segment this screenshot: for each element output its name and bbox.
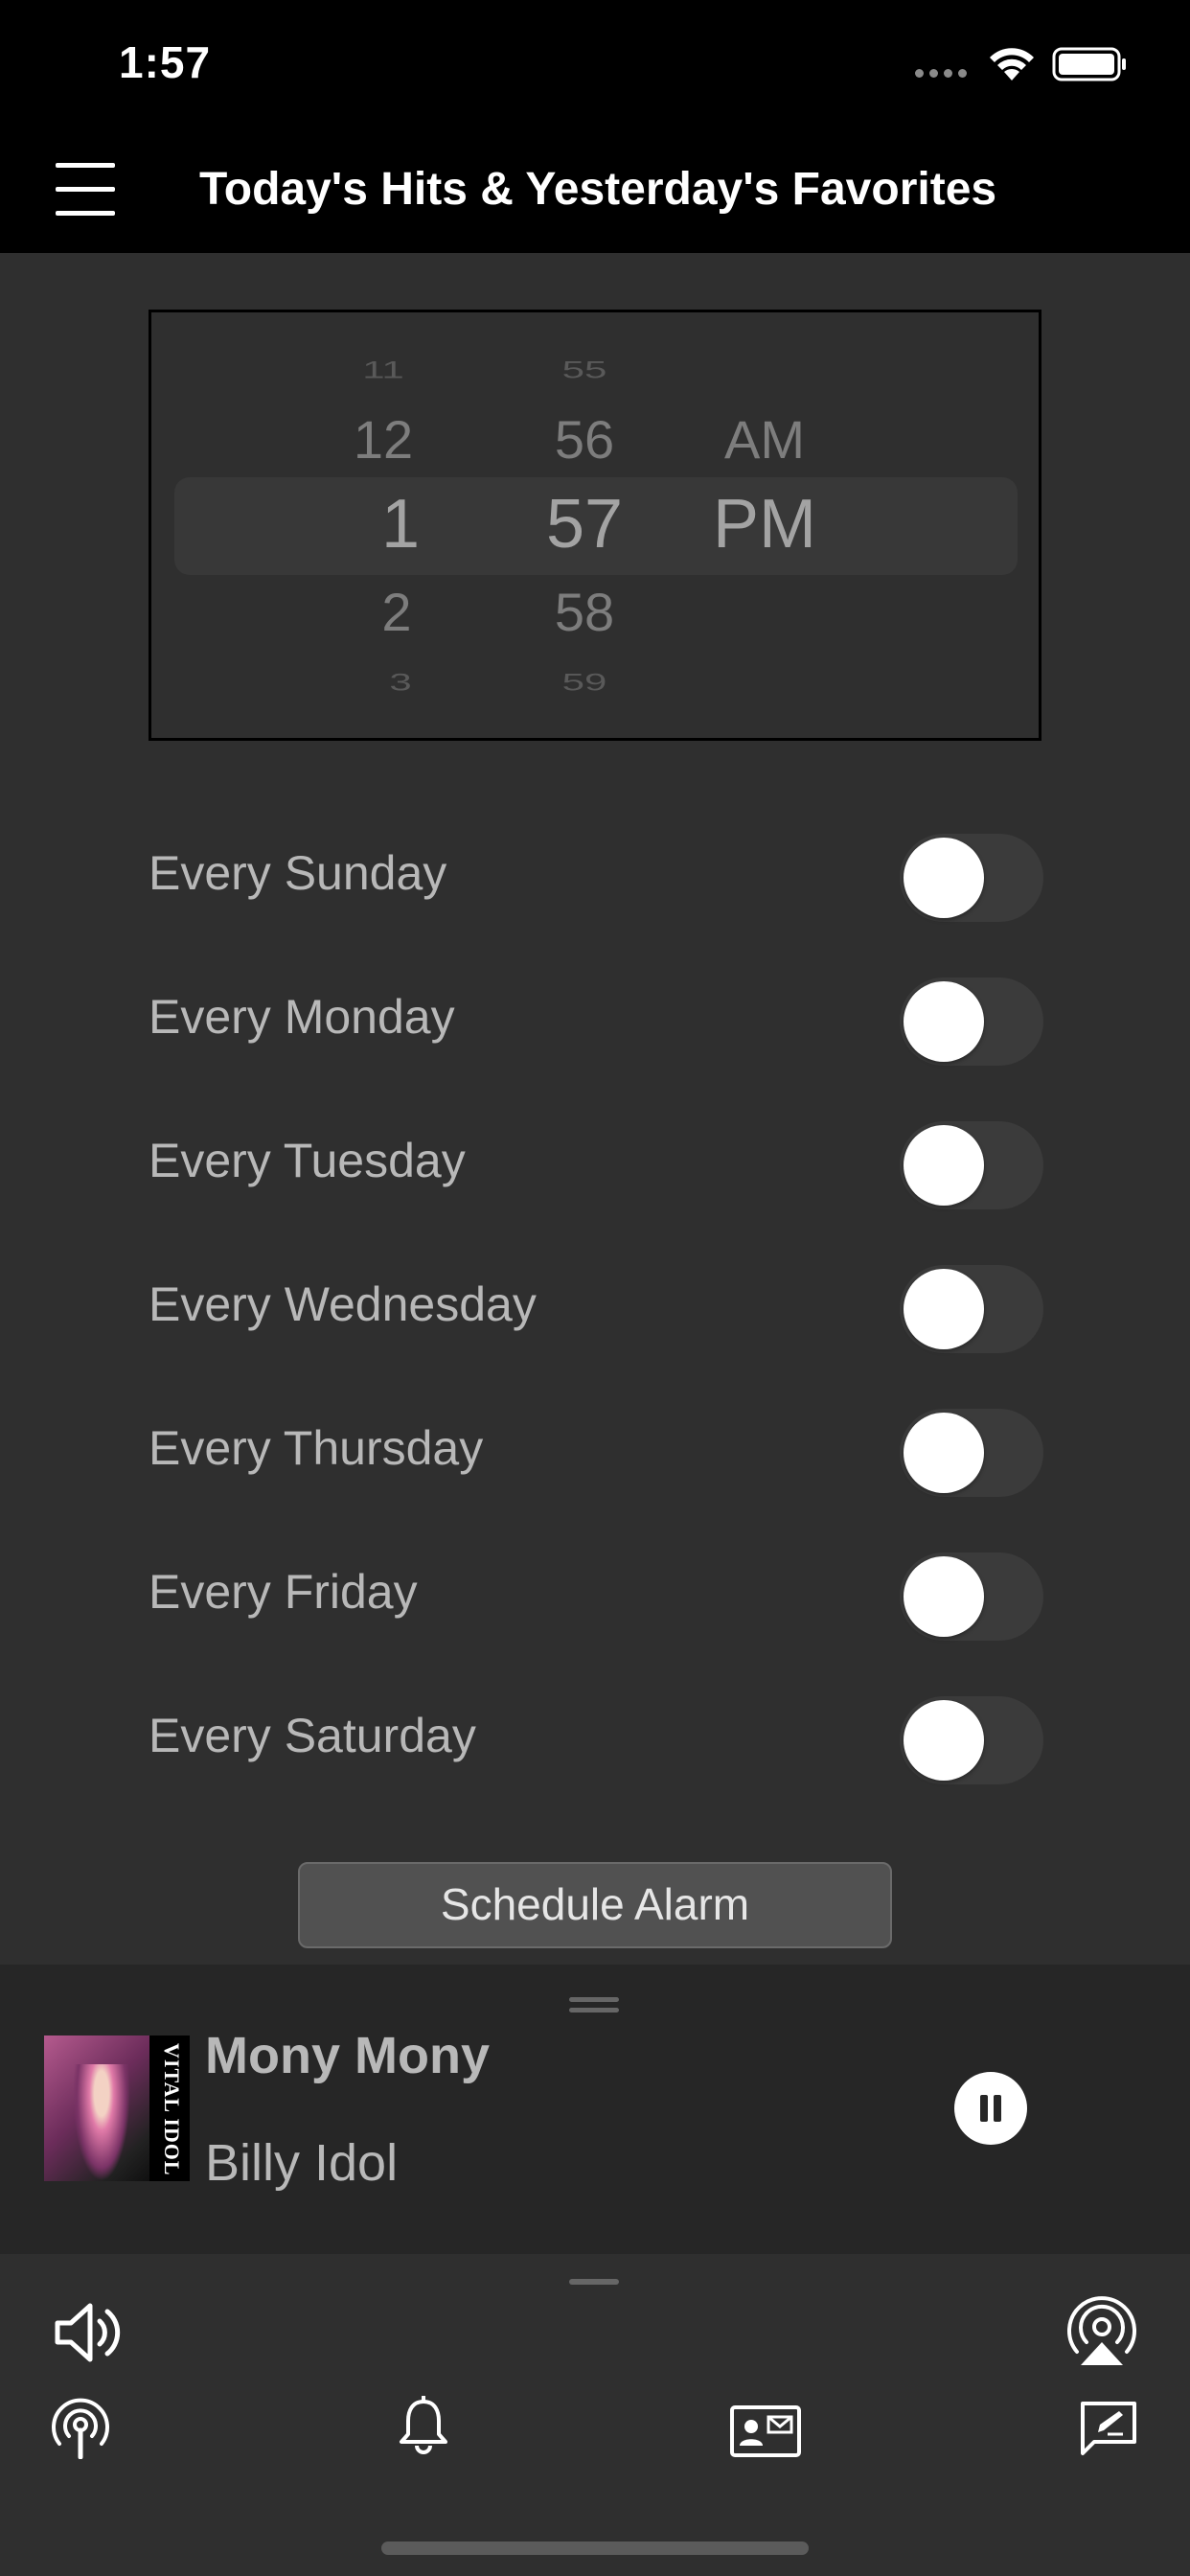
broadcast-icon[interactable]: [50, 2396, 111, 2459]
time-picker[interactable]: 11 12 1 2 3 55 56 57 58 59 AM PM: [149, 310, 1041, 741]
toggle-knob: [904, 1269, 984, 1349]
album-art-text: VITAL IDOL: [160, 2043, 184, 2176]
toggle-sunday[interactable]: [900, 834, 1043, 922]
hour-option-selected[interactable]: 1: [305, 485, 496, 564]
app-header: Today's Hits & Yesterday's Favorites: [0, 126, 1190, 253]
day-row-thursday: Every Thursday: [149, 1397, 1049, 1497]
toggle-saturday[interactable]: [900, 1696, 1043, 1784]
period-option-selected[interactable]: PM: [669, 485, 860, 564]
toggle-thursday[interactable]: [900, 1409, 1043, 1497]
contact-card-icon[interactable]: [730, 2405, 801, 2457]
hamburger-menu-icon[interactable]: [54, 157, 119, 222]
wifi-icon: [990, 48, 1034, 80]
day-row-friday: Every Friday: [149, 1541, 1049, 1641]
minute-option[interactable]: 56: [489, 408, 680, 471]
day-label: Every Saturday: [149, 1709, 476, 1762]
period-option[interactable]: AM: [669, 408, 860, 471]
day-row-saturday: Every Saturday: [149, 1685, 1049, 1784]
bell-icon[interactable]: [397, 2396, 450, 2455]
minute-option[interactable]: 55: [489, 356, 680, 384]
day-row-monday: Every Monday: [149, 966, 1049, 1066]
day-label: Every Wednesday: [149, 1277, 537, 1331]
hour-option[interactable]: 3: [305, 669, 496, 697]
home-indicator: [381, 2542, 809, 2555]
song-title: Mony Mony: [205, 2027, 490, 2084]
toggle-knob: [904, 838, 984, 918]
drag-handle[interactable]: [569, 2279, 619, 2285]
toggle-wednesday[interactable]: [900, 1265, 1043, 1353]
hour-option[interactable]: 12: [287, 408, 479, 471]
page-title: Today's Hits & Yesterday's Favorites: [199, 164, 997, 215]
day-label: Every Thursday: [149, 1421, 484, 1475]
album-art: VITAL IDOL: [44, 2036, 190, 2181]
now-playing-bar[interactable]: VITAL IDOL Mony Mony Billy Idol: [0, 1965, 1190, 2254]
day-label: Every Friday: [149, 1565, 418, 1619]
drag-handle[interactable]: [569, 1997, 619, 2014]
compose-icon[interactable]: [1079, 2398, 1138, 2457]
status-bar: 1:57: [0, 0, 1190, 126]
minute-option[interactable]: 58: [489, 581, 680, 643]
day-label: Every Sunday: [149, 846, 447, 900]
toggle-knob: [904, 1413, 984, 1493]
cellular-signal-icon: [915, 69, 967, 78]
minute-option-selected[interactable]: 57: [489, 485, 680, 564]
day-row-sunday: Every Sunday: [149, 822, 1049, 922]
bottom-toolbar: [0, 2254, 1190, 2576]
toggle-knob: [904, 1700, 984, 1781]
airplay-icon[interactable]: [1065, 2296, 1138, 2365]
toggle-friday[interactable]: [900, 1552, 1043, 1641]
schedule-alarm-button[interactable]: Schedule Alarm: [298, 1862, 892, 1948]
day-row-tuesday: Every Tuesday: [149, 1110, 1049, 1209]
speaker-volume-icon[interactable]: [54, 2298, 126, 2367]
day-row-wednesday: Every Wednesday: [149, 1254, 1049, 1353]
toggle-knob: [904, 981, 984, 1062]
toggle-knob: [904, 1125, 984, 1206]
hour-option[interactable]: 2: [301, 581, 492, 643]
hour-option[interactable]: 11: [287, 356, 479, 384]
toggle-monday[interactable]: [900, 978, 1043, 1066]
minute-option[interactable]: 59: [489, 669, 680, 697]
battery-icon: [1052, 47, 1126, 81]
pause-button[interactable]: [954, 2072, 1027, 2145]
status-time: 1:57: [119, 37, 212, 87]
toggle-tuesday[interactable]: [900, 1121, 1043, 1209]
artist-name: Billy Idol: [205, 2134, 399, 2192]
day-label: Every Tuesday: [149, 1134, 466, 1187]
toggle-knob: [904, 1556, 984, 1637]
day-label: Every Monday: [149, 990, 455, 1044]
